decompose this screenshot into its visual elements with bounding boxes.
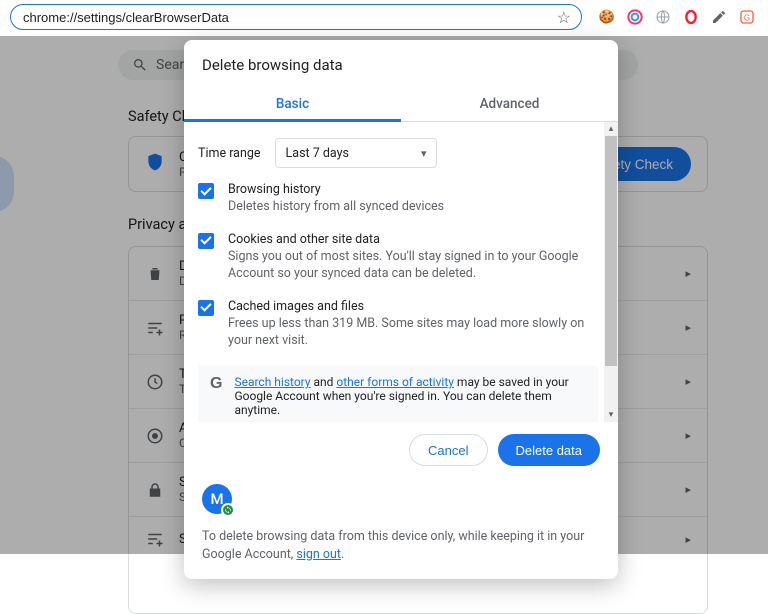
google-info-text: Search history and other forms of activi…	[234, 375, 586, 417]
modal-scroll-area: Time range Last 7 days Browsing history D…	[184, 122, 618, 422]
time-range-label: Time range	[198, 146, 261, 161]
bookmark-star-icon[interactable]: ☆	[557, 8, 571, 27]
settings-page: Search Safety Che Ch Pa Safety Check Pri…	[0, 36, 768, 554]
extension-color-icon[interactable]	[626, 8, 644, 26]
clear-option-checkbox[interactable]	[198, 233, 214, 249]
account-avatar[interactable]: M	[202, 484, 232, 514]
modal-tabs: Basic Advanced	[184, 86, 618, 122]
address-input[interactable]	[23, 10, 551, 25]
clear-option-checkbox[interactable]	[198, 300, 214, 316]
address-bar-row: ☆ 🍪 G	[0, 0, 768, 34]
clear-option-desc: Signs you out of most sites. You'll stay…	[228, 249, 598, 283]
delete-data-button[interactable]: Delete data	[498, 434, 601, 466]
extension-icons: 🍪 G	[598, 8, 756, 26]
search-history-link[interactable]: Search history	[234, 375, 310, 389]
clear-option-row: Cached images and files Frees up less tha…	[198, 299, 598, 350]
svg-text:G: G	[744, 13, 750, 22]
clear-option-checkbox[interactable]	[198, 183, 214, 199]
extension-pencil-icon[interactable]	[710, 8, 728, 26]
extension-o-icon[interactable]	[682, 8, 700, 26]
extension-globe-icon[interactable]	[654, 8, 672, 26]
clear-option-desc: Frees up less than 319 MB. Some sites ma…	[228, 316, 598, 350]
clear-option-title: Cookies and other site data	[228, 232, 598, 247]
tab-advanced[interactable]: Advanced	[401, 86, 618, 121]
scroll-up-arrow[interactable]: ▴	[604, 122, 618, 136]
modal-actions: Cancel Delete data	[184, 422, 618, 476]
clear-data-modal: Delete browsing data Basic Advanced Time…	[184, 40, 618, 579]
modal-title: Delete browsing data	[184, 40, 618, 86]
extension-g-icon[interactable]: G	[738, 8, 756, 26]
scrollbar-track[interactable]: ▴ ▾	[604, 122, 618, 422]
cancel-button[interactable]: Cancel	[409, 434, 487, 466]
modal-footer: M To delete browsing data from this devi…	[184, 476, 618, 579]
clear-option-row: Cookies and other site data Signs you out…	[198, 232, 598, 283]
sign-out-link[interactable]: sign out	[296, 547, 341, 562]
time-range-select[interactable]: Last 7 days	[275, 138, 437, 168]
sync-badge-icon	[221, 503, 235, 517]
address-bar[interactable]: ☆	[10, 4, 582, 30]
other-activity-link[interactable]: other forms of activity	[336, 375, 454, 389]
clear-option-title: Cached images and files	[228, 299, 598, 314]
extension-cookie-icon[interactable]: 🍪	[598, 8, 616, 26]
time-range-value: Last 7 days	[286, 146, 349, 161]
scrollbar-thumb[interactable]	[605, 136, 617, 366]
footer-note: To delete browsing data from this device…	[202, 528, 600, 563]
google-g-icon: G	[210, 375, 222, 393]
google-info-box: G Search history and other forms of acti…	[198, 365, 598, 422]
tab-basic[interactable]: Basic	[184, 86, 401, 121]
clear-option-title: Browsing history	[228, 182, 444, 197]
scroll-down-arrow[interactable]: ▾	[604, 408, 618, 422]
clear-option-row: Browsing history Deletes history from all…	[198, 182, 598, 216]
clear-option-desc: Deletes history from all synced devices	[228, 199, 444, 216]
